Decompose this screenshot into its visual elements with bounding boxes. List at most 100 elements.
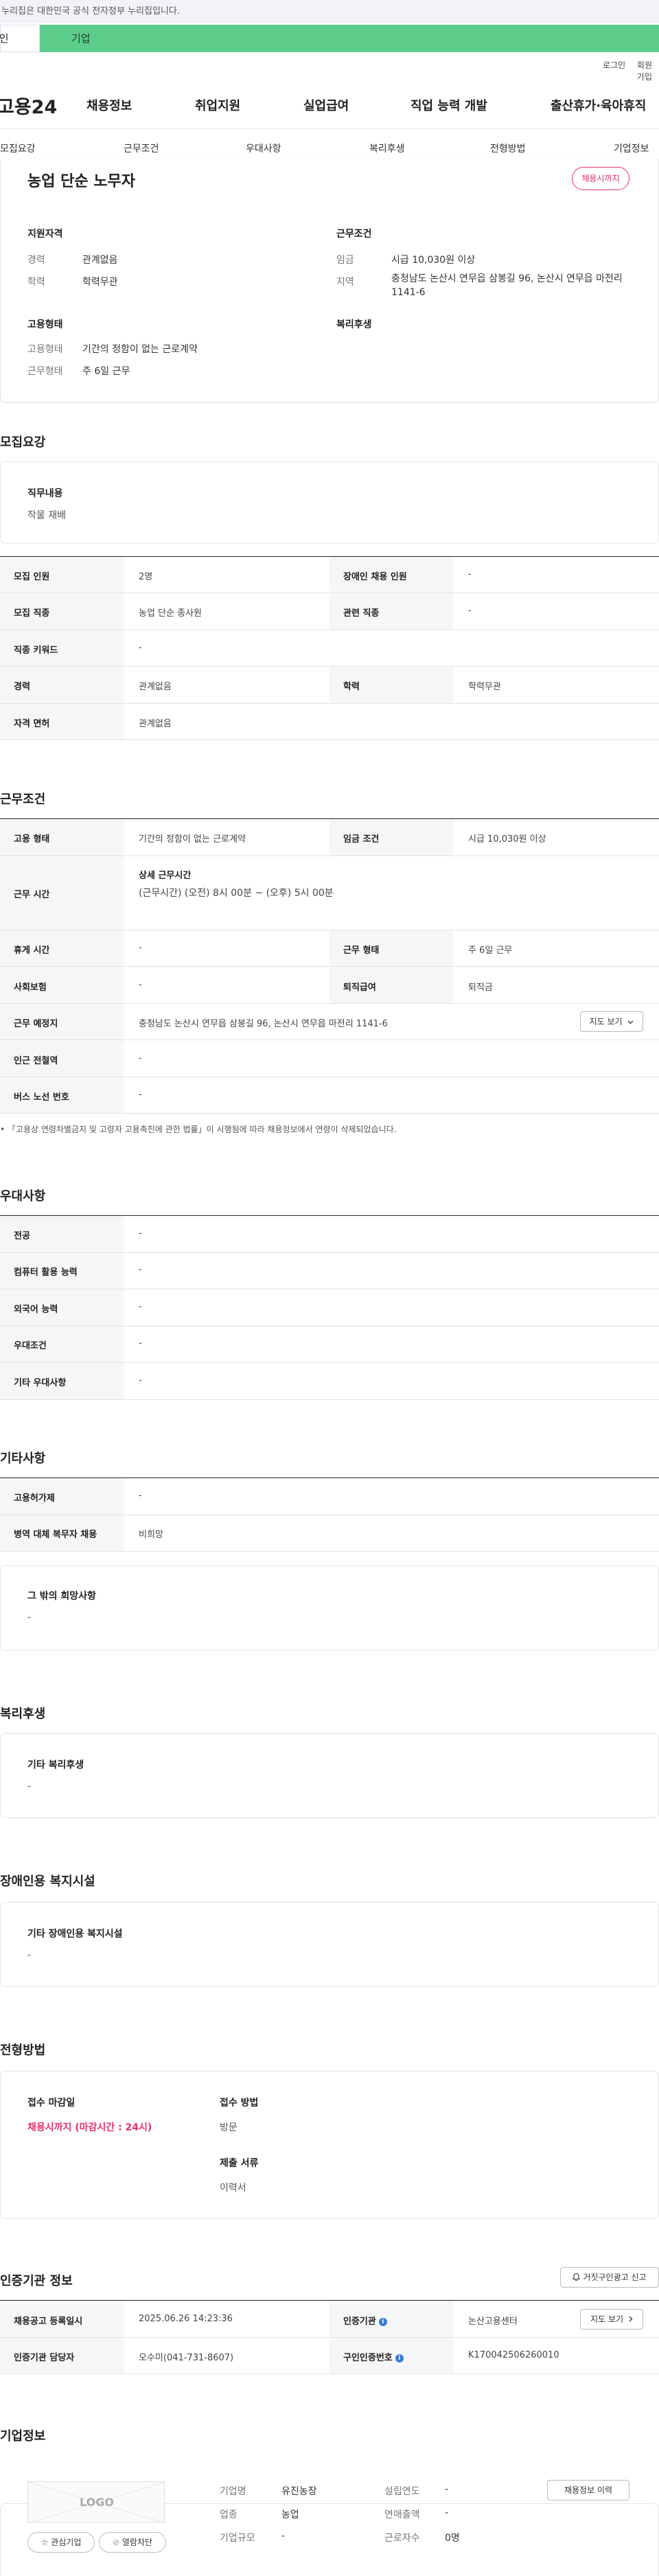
block-view-button[interactable]: ⊘ 열람차단 (99, 2532, 166, 2553)
recruit-keyword-value: - (139, 643, 142, 653)
pref-language-label: 외국어 능력 (14, 1304, 58, 1315)
subnav-welfare[interactable]: 복리후생 (369, 141, 405, 155)
recruit-section-title: 모집요강 (0, 435, 46, 450)
summary-region-label: 지역 (336, 277, 354, 288)
pref-computer-value: - (139, 1265, 142, 1275)
company-name-label: 기업명 (220, 2486, 246, 2497)
gnb-item-jobs[interactable]: 채용정보 (86, 96, 132, 114)
page-root: 이 누리집은 대한민국 공식 전자정부 누리집입니다. 개인 기업 로그인 회원… (0, 0, 659, 2576)
star-icon: ☆ (41, 2538, 49, 2547)
recruit-license-label: 자격 면허 (14, 719, 50, 729)
summary-career-label: 경력 (27, 255, 45, 266)
gnb-item-employment-support[interactable]: 취업지원 (195, 96, 240, 114)
tab-company[interactable]: 기업 (71, 25, 91, 52)
summary-career-value: 관계없음 (82, 255, 118, 266)
agency-view-button-label: 지도 보기 (590, 2314, 624, 2324)
recruit-license-value: 관계없음 (139, 719, 172, 729)
summary-employ-label: 고용형태 (27, 344, 63, 355)
pref-computer-label: 컴퓨터 활용 능력 (14, 1267, 78, 1278)
duty-value: 작물 재배 (27, 510, 66, 521)
recruit-row-line-5 (0, 739, 659, 740)
agency-org-label: 인증기관 i (343, 2314, 387, 2327)
tab-personal[interactable]: 개인 (0, 25, 40, 52)
recruit-disabled-count-label: 장애인 채용 인원 (343, 572, 407, 582)
welfare-label: 기타 복리후생 (27, 1760, 84, 1771)
etc-military-value: 비희망 (139, 1530, 163, 1540)
cond-severance-value: 퇴직금 (468, 982, 493, 993)
selection-method-label: 접수 방법 (220, 2097, 259, 2108)
agency-jobno-label-text: 구인인증번호 (343, 2353, 393, 2363)
cond-subway-label: 인근 전철역 (14, 1056, 58, 1066)
summary-edu-label: 학력 (27, 277, 45, 288)
duty-label: 직무내용 (27, 488, 63, 499)
cond-break-label: 휴게 시간 (14, 945, 50, 956)
etc-permit-label: 고용허가제 (14, 1493, 55, 1504)
summary-employ-value: 기간의 정함이 없는 근로계약 (82, 344, 198, 355)
etc-permit-value: - (139, 1491, 142, 1501)
summary-wage-label: 임금 (336, 255, 354, 266)
company-employees-value: 0명 (445, 2533, 460, 2544)
gnb-item-unemployment-benefit[interactable]: 실업급여 (303, 96, 349, 114)
recruit-headcount-label: 모집 인원 (14, 572, 50, 582)
agency-org-value: 논산고용센터 (468, 2316, 518, 2327)
agency-org-label-text: 인증기관 (343, 2316, 376, 2327)
gnb-item-vocational-training[interactable]: 직업 능력 개발 (411, 96, 487, 114)
welfare-section-title: 복리후생 (0, 1707, 46, 1721)
gov-notice-text: 이 누리집은 대한민국 공식 전자정부 누리집입니다. (0, 6, 180, 16)
summary-edu-value: 학력무관 (82, 277, 118, 288)
company-logo-placeholder: LOGO (27, 2481, 165, 2523)
disability-card (0, 1902, 659, 1987)
pref-language-value: - (139, 1302, 142, 1312)
cond-worktype-value: 주 6일 근무 (468, 945, 513, 956)
company-name-value: 유진농장 (281, 2486, 317, 2497)
login-link[interactable]: 로그인 (603, 59, 625, 71)
global-nav: 고용24 채용정보 취업지원 실업급여 직업 능력 개발 출산휴가·육아휴직 (0, 77, 659, 129)
recruit-headcount-value: 2명 (139, 572, 153, 582)
info-icon[interactable]: i (378, 2317, 387, 2326)
subnav-recruit[interactable]: 모집요강 (0, 141, 36, 155)
disability-section-title: 장애인용 복지시설 (0, 1874, 95, 1889)
hiring-history-button[interactable]: 채용정보 이력 (547, 2480, 629, 2500)
selection-docs-label: 제출 서류 (220, 2158, 259, 2169)
duty-card (0, 461, 659, 544)
recruit-edu-value: 학력무관 (468, 682, 501, 692)
subnav-conditions[interactable]: 근무조건 (124, 141, 159, 155)
gnb-item-parental-leave[interactable]: 출산휴가·육아휴직 (551, 96, 646, 114)
cond-hours-label: 근무 시간 (14, 890, 50, 900)
summary-wage-value: 시급 10,030원 이상 (391, 255, 476, 266)
site-logo[interactable]: 고용24 (0, 92, 57, 119)
subnav-selection[interactable]: 전형방법 (490, 141, 526, 155)
recruit-career-value: 관계없음 (139, 682, 172, 692)
hiring-history-button-label: 채용정보 이력 (564, 2485, 613, 2495)
report-false-ad-button[interactable]: 거짓구인광고 신고 (560, 2267, 659, 2288)
summary-conditions-title: 근무조건 (336, 229, 372, 240)
agency-view-button[interactable]: 지도 보기 (580, 2309, 643, 2330)
block-icon: ⊘ (112, 2538, 120, 2547)
map-view-button[interactable]: 지도 보기 (580, 1011, 643, 1032)
etc-other-label: 그 밖의 희망사항 (27, 1591, 96, 1602)
cond-employ-value: 기간의 정함이 없는 근로계약 (139, 834, 246, 844)
subnav-company[interactable]: 기업정보 (614, 141, 649, 155)
pref-major-value: - (139, 1228, 142, 1239)
company-section-title: 기업정보 (0, 2429, 46, 2443)
tab-personal-label: 개인 (0, 32, 9, 45)
company-sales-label: 연매출액 (384, 2509, 420, 2520)
cond-place-label: 근무 예정지 (14, 1019, 58, 1029)
etc-row-line-2 (0, 1551, 659, 1552)
company-founded-label: 설립연도 (384, 2486, 420, 2497)
cond-bus-value: - (139, 1090, 142, 1100)
selection-deadline-value: 채용시까지 (마감시간 : 24시) (27, 2122, 152, 2133)
favorite-company-button[interactable]: ☆ 관심기업 (27, 2532, 95, 2553)
company-founded-value: - (445, 2484, 449, 2495)
cond-insurance-label: 사회보험 (14, 982, 47, 993)
disability-label: 기타 장애인용 복지시설 (27, 1929, 123, 1940)
cond-bus-label: 버스 노선 번호 (14, 1092, 69, 1103)
info-icon[interactable]: i (395, 2354, 404, 2362)
agency-reg-value: 2025.06.26 14:23:36 (139, 2314, 233, 2324)
subnav-preference[interactable]: 우대사항 (246, 141, 281, 155)
cond-worktype-label: 근무 형태 (343, 945, 380, 956)
cond-break-value: - (139, 943, 142, 953)
company-industry-value: 농업 (281, 2509, 299, 2520)
selection-method-value: 방문 (220, 2122, 238, 2133)
selection-card (0, 2071, 659, 2219)
